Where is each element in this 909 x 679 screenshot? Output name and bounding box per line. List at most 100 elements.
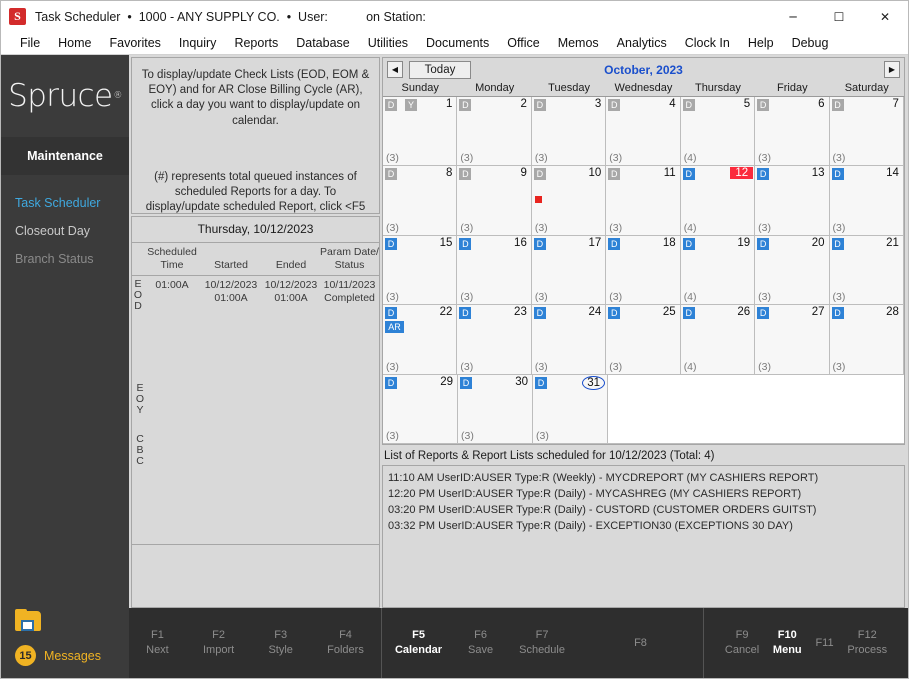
calendar-day-cell[interactable]: D18(3) [606, 236, 680, 305]
calendar-day-number[interactable]: 11 [664, 167, 676, 179]
calendar-day-cell[interactable]: D30(3) [458, 375, 533, 444]
day-badge-d-icon[interactable]: D [460, 377, 472, 389]
calendar-day-cell[interactable]: D24(3) [532, 305, 606, 374]
menu-item-database[interactable]: Database [287, 34, 359, 52]
next-month-arrow-icon[interactable]: ▶ [884, 61, 900, 78]
maximize-icon[interactable]: ☐ [816, 1, 862, 32]
messages-button[interactable]: 15 Messages [15, 645, 129, 666]
calendar-day-number[interactable]: 29 [440, 376, 453, 388]
close-icon[interactable]: ✕ [862, 1, 908, 32]
day-badge-d-icon[interactable]: D [385, 238, 397, 250]
calendar-day-cell[interactable]: D26(4) [681, 305, 755, 374]
calendar-day-cell[interactable]: D2(3) [457, 97, 531, 166]
calendar-day-cell[interactable]: D12(4) [681, 166, 755, 235]
calendar-day-cell[interactable]: D21(3) [830, 236, 904, 305]
calendar-day-number[interactable]: 9 [520, 167, 526, 179]
day-badge-d-icon[interactable]: D [385, 307, 397, 319]
calendar-day-cell[interactable]: D28(3) [830, 305, 904, 374]
function-key-f6[interactable]: F6Save [468, 628, 493, 658]
function-key-f2[interactable]: F2Import [203, 628, 234, 658]
report-list-item[interactable]: 11:10 AM UserID:AUSER Type:R (Weekly) - … [388, 470, 899, 486]
calendar-day-cell[interactable]: DAR22(3) [383, 305, 457, 374]
day-badge-ar-icon[interactable]: AR [385, 321, 404, 333]
calendar-day-cell[interactable]: D31(3) [533, 375, 608, 444]
calendar-day-cell[interactable]: D4(3) [606, 97, 680, 166]
calendar-day-number[interactable]: 8 [446, 167, 452, 179]
day-badge-d-icon[interactable]: D [608, 99, 620, 111]
calendar-day-number[interactable]: 1 [446, 98, 452, 110]
function-key-f9[interactable]: F9Cancel [725, 628, 759, 658]
calendar-day-number[interactable]: 22 [440, 306, 453, 318]
calendar-day-cell[interactable]: D5(4) [681, 97, 755, 166]
day-badge-d-icon[interactable]: D [608, 168, 620, 180]
calendar-day-number[interactable]: 28 [886, 306, 899, 318]
save-folder-icon[interactable] [15, 609, 41, 631]
calendar-day-number[interactable]: 31 [582, 376, 605, 390]
calendar-day-number[interactable]: 20 [812, 237, 825, 249]
calendar-day-cell[interactable]: D17(3) [532, 236, 606, 305]
function-key-f4[interactable]: F4Folders [327, 628, 364, 658]
report-list-item[interactable]: 12:20 PM UserID:AUSER Type:R (Daily) - M… [388, 486, 899, 502]
calendar-day-cell[interactable]: D19(4) [681, 236, 755, 305]
day-badge-d-icon[interactable]: D [757, 238, 769, 250]
day-badge-d-icon[interactable]: D [385, 168, 397, 180]
day-badge-d-icon[interactable]: D [534, 238, 546, 250]
calendar-day-number[interactable]: 27 [812, 306, 825, 318]
menu-item-file[interactable]: File [11, 34, 49, 52]
sidebar-item-branch-status[interactable]: Branch Status [1, 245, 129, 273]
calendar-day-cell[interactable]: D27(3) [755, 305, 829, 374]
day-badge-d-icon[interactable]: D [608, 238, 620, 250]
sidebar-item-task-scheduler[interactable]: Task Scheduler [1, 189, 129, 217]
day-badge-d-icon[interactable]: D [459, 168, 471, 180]
calendar-day-number[interactable]: 26 [737, 306, 750, 318]
day-badge-d-icon[interactable]: D [832, 307, 844, 319]
calendar-day-number[interactable]: 15 [440, 237, 453, 249]
calendar-day-cell[interactable]: D20(3) [755, 236, 829, 305]
menu-item-favorites[interactable]: Favorites [101, 34, 170, 52]
calendar-day-number[interactable]: 13 [812, 167, 825, 179]
day-badge-d-icon[interactable]: D [683, 99, 695, 111]
calendar-day-number[interactable]: 21 [886, 237, 899, 249]
day-badge-d-icon[interactable]: D [459, 307, 471, 319]
menu-item-debug[interactable]: Debug [783, 34, 838, 52]
calendar-day-cell[interactable]: DY1(3) [383, 97, 457, 166]
menu-item-analytics[interactable]: Analytics [608, 34, 676, 52]
day-badge-y-icon[interactable]: Y [405, 99, 417, 111]
calendar-day-cell[interactable]: D6(3) [755, 97, 829, 166]
day-badge-d-icon[interactable]: D [459, 238, 471, 250]
calendar-day-number[interactable]: 10 [588, 167, 601, 179]
day-badge-d-icon[interactable]: D [459, 99, 471, 111]
calendar-day-cell[interactable]: D11(3) [606, 166, 680, 235]
day-badge-d-icon[interactable]: D [535, 377, 547, 389]
report-list-item[interactable]: 03:32 PM UserID:AUSER Type:R (Daily) - E… [388, 518, 899, 534]
menu-item-documents[interactable]: Documents [417, 34, 498, 52]
calendar-day-number[interactable]: 5 [744, 98, 750, 110]
calendar-day-cell[interactable]: D3(3) [532, 97, 606, 166]
day-badge-d-icon[interactable]: D [832, 168, 844, 180]
calendar-day-number[interactable]: 3 [595, 98, 601, 110]
prev-month-arrow-icon[interactable]: ◀ [387, 61, 403, 78]
menu-item-home[interactable]: Home [49, 34, 100, 52]
function-key-f5[interactable]: F5Calendar [395, 628, 442, 658]
calendar-day-number[interactable]: 2 [520, 98, 526, 110]
calendar-day-number[interactable]: 18 [663, 237, 676, 249]
calendar-day-cell[interactable]: D15(3) [383, 236, 457, 305]
calendar-day-number[interactable]: 25 [663, 306, 676, 318]
menu-item-reports[interactable]: Reports [225, 34, 287, 52]
calendar-day-number[interactable]: 7 [893, 98, 899, 110]
function-key-f12[interactable]: F12Process [847, 628, 887, 658]
report-list-item[interactable]: 03:20 PM UserID:AUSER Type:R (Daily) - C… [388, 502, 899, 518]
day-badge-d-icon[interactable]: D [757, 307, 769, 319]
day-badge-d-icon[interactable]: D [683, 168, 695, 180]
calendar-day-cell[interactable]: D9(3) [457, 166, 531, 235]
day-badge-d-icon[interactable]: D [534, 99, 546, 111]
calendar-day-number[interactable]: 6 [818, 98, 824, 110]
day-badge-d-icon[interactable]: D [832, 99, 844, 111]
day-badge-d-icon[interactable]: D [534, 168, 546, 180]
function-key-f1[interactable]: F1Next [146, 628, 169, 658]
calendar-day-cell[interactable]: D7(3) [830, 97, 904, 166]
day-badge-d-icon[interactable]: D [608, 307, 620, 319]
calendar-day-cell[interactable]: D29(3) [383, 375, 458, 444]
function-key-f11[interactable]: F11 [815, 636, 833, 651]
function-key-f3[interactable]: F3Style [268, 628, 292, 658]
